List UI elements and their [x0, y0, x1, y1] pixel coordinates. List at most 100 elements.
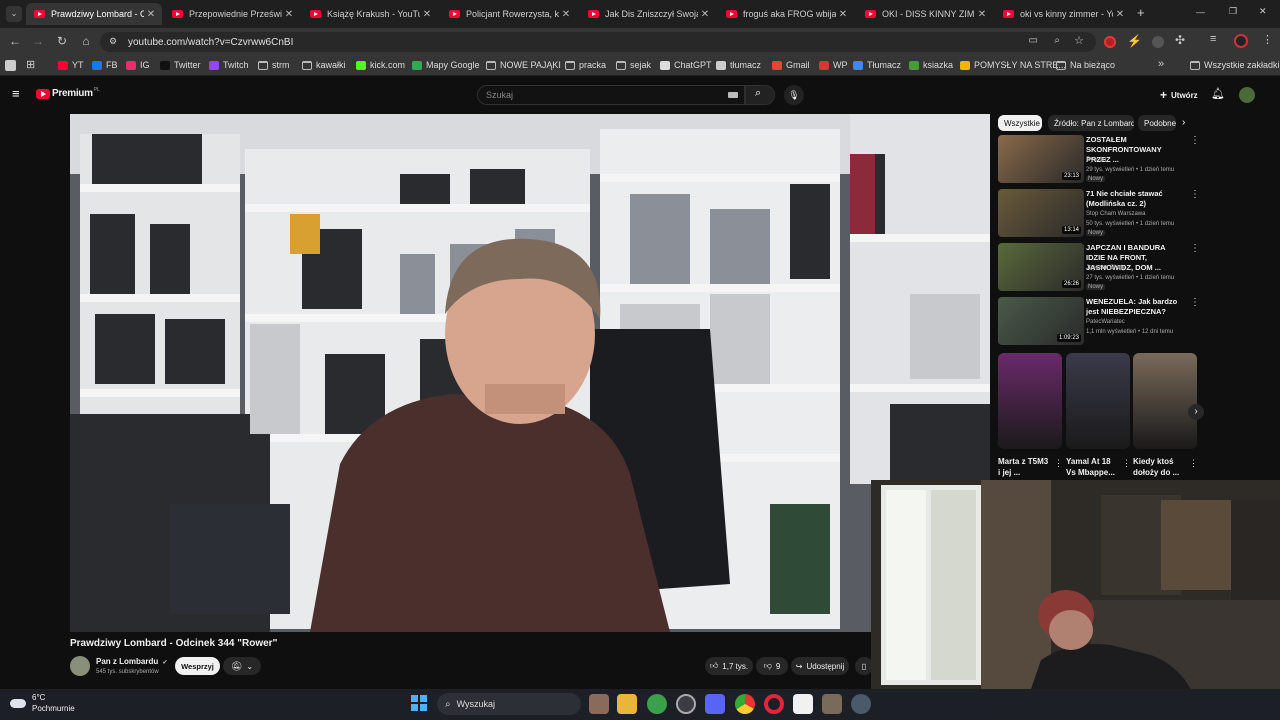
- like-button[interactable]: 👍︎ 1,7 tys.: [705, 657, 753, 675]
- bookmark-item[interactable]: Tłumacz: [853, 60, 901, 70]
- short-thumbnail[interactable]: [1066, 353, 1130, 449]
- more-actions-icon[interactable]: ⋮: [1122, 458, 1131, 469]
- shield-icon[interactable]: [647, 694, 667, 714]
- taskbar-search[interactable]: ⌕ Wyszukaj: [437, 693, 581, 715]
- bookmark-item[interactable]: Mapy Google: [412, 60, 480, 70]
- extension-icon[interactable]: ⚡: [1127, 34, 1142, 48]
- browser-tab[interactable]: Jak Dis Zniszczył Swoją Ka✕: [580, 3, 716, 25]
- dislike-button[interactable]: 👎︎ 9: [756, 657, 788, 675]
- home-icon[interactable]: ⌂: [78, 34, 94, 48]
- short-thumbnail[interactable]: [1133, 353, 1197, 449]
- subscribed-button[interactable]: 🔕︎ ⌄: [223, 657, 261, 675]
- close-tab-icon[interactable]: ✕: [1113, 9, 1127, 20]
- bookmark-item[interactable]: pracka: [565, 60, 606, 70]
- recommended-video[interactable]: 1:09:23 WENEZUELA: Jak bardzo jest NIEBEZ…: [998, 297, 1204, 345]
- all-bookmarks[interactable]: Wszystkie zakładki: [1190, 60, 1280, 70]
- recommended-video[interactable]: 13:14 71 Nie chciałe stawać (Modlińska cz…: [998, 189, 1204, 237]
- browser-menu-icon[interactable]: ⋮: [1262, 33, 1273, 46]
- close-tab-icon[interactable]: ✕: [282, 9, 296, 20]
- share-button[interactable]: ↪ Udostępnij: [791, 657, 849, 675]
- short-thumbnail[interactable]: [998, 353, 1062, 449]
- video-thumbnail[interactable]: 13:14: [998, 189, 1084, 237]
- restore-button[interactable]: ❐: [1229, 6, 1237, 17]
- browser-tab[interactable]: Książę Krakush - YouTube✕: [302, 3, 438, 25]
- close-tab-icon[interactable]: ✕: [420, 9, 434, 20]
- bookmark-item[interactable]: kick.com: [356, 60, 405, 70]
- browser-tab[interactable]: Prawdziwy Lombard - Odc✕: [26, 3, 162, 25]
- short-title[interactable]: Kiedy ktoś dołoży do ...: [1133, 456, 1187, 478]
- bookmark-star-icon[interactable]: ☆: [1074, 34, 1084, 47]
- record-extension-icon[interactable]: [1104, 36, 1116, 48]
- apps-icon[interactable]: ⊞: [26, 58, 35, 71]
- more-actions-icon[interactable]: ⋮: [1054, 458, 1063, 469]
- video-title[interactable]: 71 Nie chciałe stawać (Modlińska cz. 2): [1086, 189, 1186, 209]
- more-actions-icon[interactable]: ⋮: [1190, 189, 1200, 200]
- taskbar-app-photo-2[interactable]: [822, 694, 842, 714]
- bookmark-item[interactable]: IG: [126, 60, 150, 70]
- close-tab-icon[interactable]: ✕: [698, 9, 712, 20]
- bookmark-item[interactable]: Gmail: [772, 60, 810, 70]
- bookmark-item[interactable]: Na bieżąco: [1056, 60, 1115, 70]
- browser-tab[interactable]: Przepowiednie Prześwira ✕: [164, 3, 300, 25]
- discord-icon[interactable]: [705, 694, 725, 714]
- forward-icon[interactable]: →: [30, 34, 46, 48]
- video-player[interactable]: [70, 114, 990, 632]
- start-button[interactable]: [411, 695, 427, 711]
- filter-chip[interactable]: Wszystkie: [998, 115, 1042, 131]
- bookmark-item[interactable]: WP: [819, 60, 848, 70]
- channel-name[interactable]: Pan z Lombardu ✔: [96, 657, 168, 666]
- tab-list-button[interactable]: ⌄: [6, 6, 22, 22]
- bookmark-item[interactable]: Twitch: [209, 60, 249, 70]
- chips-next-icon[interactable]: ›: [1182, 117, 1185, 128]
- browser-tab[interactable]: oki vs kinny zimmer - You ✕: [995, 3, 1131, 25]
- create-button[interactable]: + Utwórz: [1154, 86, 1204, 104]
- bookmark-item[interactable]: YT: [58, 60, 84, 70]
- support-button[interactable]: Wesprzyj: [175, 657, 220, 675]
- back-icon[interactable]: ←: [7, 34, 23, 48]
- weather-widget[interactable]: 6°C Pochmurnie: [10, 692, 75, 714]
- site-info-icon[interactable]: ⚙: [109, 36, 117, 47]
- close-tab-icon[interactable]: ✕: [559, 9, 573, 20]
- short-title[interactable]: Marta z T5M3 i jej ...: [998, 456, 1052, 478]
- opera-icon[interactable]: [764, 694, 784, 714]
- bookmark-item[interactable]: strm: [258, 60, 290, 70]
- bookmark-item[interactable]: FB: [92, 60, 118, 70]
- bookmark-item[interactable]: NOWE PAJĄKI: [486, 60, 561, 70]
- channel-name[interactable]: Japczan Shoty: [1086, 265, 1125, 271]
- bookmark-item[interactable]: Twitter: [160, 60, 201, 70]
- bookmark-item[interactable]: ksiazka: [909, 60, 953, 70]
- profile-avatar[interactable]: [1234, 34, 1248, 48]
- more-actions-icon[interactable]: ⋮: [1190, 297, 1200, 308]
- close-tab-icon[interactable]: ✕: [144, 9, 158, 20]
- shorts-next-button[interactable]: ›: [1188, 404, 1204, 420]
- minimize-button[interactable]: —: [1196, 7, 1205, 17]
- channel-name[interactable]: Rybson: [1086, 157, 1106, 163]
- search-button[interactable]: ⌕: [745, 85, 775, 105]
- taskbar-app-photo[interactable]: [589, 694, 609, 714]
- bookmark-item[interactable]: ChatGPT: [660, 60, 712, 70]
- hamburger-menu-icon[interactable]: ≡: [12, 86, 20, 101]
- new-tab-button[interactable]: +: [1137, 5, 1145, 20]
- video-title[interactable]: WENEZUELA: Jak bardzo jest NIEBEZPIECZNA…: [1086, 297, 1186, 317]
- reading-list-icon[interactable]: ≡: [1210, 33, 1216, 45]
- zoom-icon[interactable]: ⌕: [1054, 35, 1060, 46]
- short-title[interactable]: Yamal At 18 Vs Mbappe...: [1066, 456, 1120, 478]
- channel-avatar[interactable]: [70, 656, 90, 676]
- cast-icon[interactable]: ▭: [1029, 35, 1038, 46]
- channel-name[interactable]: Stop Cham Warszawa: [1086, 211, 1145, 217]
- browser-tab[interactable]: OKI - DISS KINNY ZIMME✕: [857, 3, 993, 25]
- video-thumbnail[interactable]: 23:13: [998, 135, 1084, 183]
- voice-search-button[interactable]: 🎙: [784, 85, 804, 105]
- account-avatar[interactable]: [1239, 87, 1255, 103]
- browser-tab[interactable]: froguś aka FROG wbija się✕: [718, 3, 854, 25]
- reload-icon[interactable]: ↻: [54, 34, 70, 48]
- settings-gear-icon[interactable]: [676, 694, 696, 714]
- bookmarks-more-button[interactable]: »: [1158, 58, 1164, 70]
- extensions-puzzle-icon[interactable]: ✣: [1175, 33, 1185, 47]
- capcut-icon[interactable]: [793, 694, 813, 714]
- taskbar-settings-icon[interactable]: [851, 694, 871, 714]
- recommended-video[interactable]: 23:13 ZOSTAŁEM SKONFRONTOWANY PRZEZ ... Ry…: [998, 135, 1204, 183]
- video-thumbnail[interactable]: 1:09:23: [998, 297, 1084, 345]
- more-actions-icon[interactable]: ⋮: [1190, 243, 1200, 254]
- file-explorer-icon[interactable]: [617, 694, 637, 714]
